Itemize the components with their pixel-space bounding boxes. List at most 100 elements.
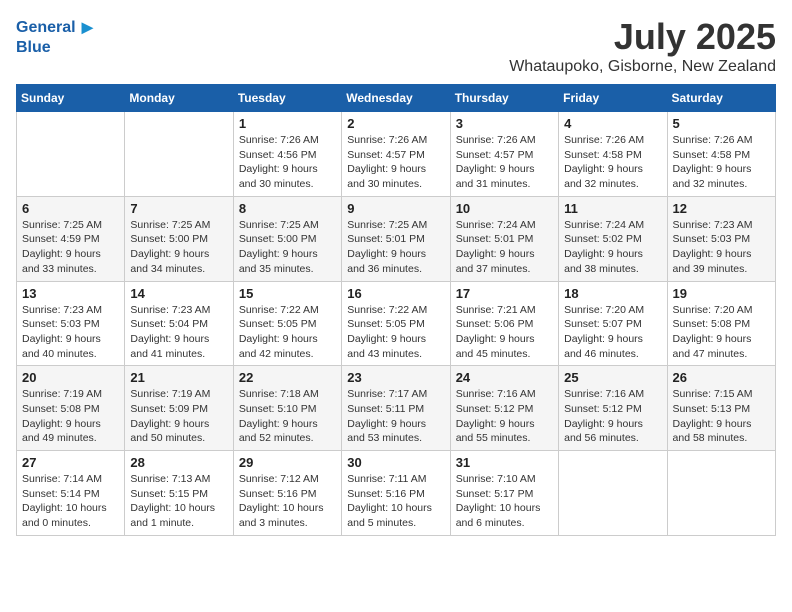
week-row-4: 20 Sunrise: 7:19 AMSunset: 5:08 PMDayligh… xyxy=(17,366,776,451)
day-number: 11 xyxy=(564,201,661,216)
cell-content: Sunrise: 7:20 AMSunset: 5:08 PMDaylight:… xyxy=(673,303,770,362)
day-number: 13 xyxy=(22,286,119,301)
title-block: July 2025 Whataupoko, Gisborne, New Zeal… xyxy=(509,16,776,76)
calendar-header-row: SundayMondayTuesdayWednesdayThursdayFrid… xyxy=(17,85,776,112)
calendar-cell: 18 Sunrise: 7:20 AMSunset: 5:07 PMDayligh… xyxy=(559,281,667,366)
logo-mark: General ► xyxy=(16,16,97,40)
cell-content: Sunrise: 7:23 AMSunset: 5:03 PMDaylight:… xyxy=(673,218,770,277)
calendar-cell: 28 Sunrise: 7:13 AMSunset: 5:15 PMDayligh… xyxy=(125,451,233,536)
calendar-cell: 22Sunrise: 7:18 AMSunset: 5:10 PMDayligh… xyxy=(233,366,341,451)
week-row-2: 6Sunrise: 7:25 AMSunset: 4:59 PMDaylight… xyxy=(17,196,776,281)
cell-content: Sunrise: 7:23 AMSunset: 5:03 PMDaylight:… xyxy=(22,303,119,362)
calendar-cell: 13 Sunrise: 7:23 AMSunset: 5:03 PMDayligh… xyxy=(17,281,125,366)
calendar-cell: 26Sunrise: 7:15 AMSunset: 5:13 PMDayligh… xyxy=(667,366,775,451)
calendar-cell: 9Sunrise: 7:25 AMSunset: 5:01 PMDaylight… xyxy=(342,196,450,281)
cell-content: Sunrise: 7:16 AMSunset: 5:12 PMDaylight:… xyxy=(564,387,661,446)
calendar-cell: 12 Sunrise: 7:23 AMSunset: 5:03 PMDayligh… xyxy=(667,196,775,281)
calendar-cell: 24 Sunrise: 7:16 AMSunset: 5:12 PMDayligh… xyxy=(450,366,558,451)
calendar-cell: 3Sunrise: 7:26 AMSunset: 4:57 PMDaylight… xyxy=(450,112,558,197)
cell-content: Sunrise: 7:19 AMSunset: 5:09 PMDaylight:… xyxy=(130,387,227,446)
day-number: 18 xyxy=(564,286,661,301)
week-row-3: 13 Sunrise: 7:23 AMSunset: 5:03 PMDayligh… xyxy=(17,281,776,366)
cell-content: Sunrise: 7:26 AMSunset: 4:58 PMDaylight:… xyxy=(673,133,770,192)
calendar-cell: 2 Sunrise: 7:26 AMSunset: 4:57 PMDaylight… xyxy=(342,112,450,197)
calendar-cell: 16Sunrise: 7:22 AMSunset: 5:05 PMDayligh… xyxy=(342,281,450,366)
day-header-thursday: Thursday xyxy=(450,85,558,112)
page-header: General ► Blue July 2025 Whataupoko, Gis… xyxy=(16,16,776,76)
cell-content: Sunrise: 7:26 AMSunset: 4:57 PMDaylight:… xyxy=(456,133,553,192)
cell-content: Sunrise: 7:24 AMSunset: 5:01 PMDaylight:… xyxy=(456,218,553,277)
calendar-cell: 17 Sunrise: 7:21 AMSunset: 5:06 PMDayligh… xyxy=(450,281,558,366)
cell-content: Sunrise: 7:11 AMSunset: 5:16 PMDaylight:… xyxy=(347,472,444,531)
calendar-cell: 6Sunrise: 7:25 AMSunset: 4:59 PMDaylight… xyxy=(17,196,125,281)
calendar-cell: 19 Sunrise: 7:20 AMSunset: 5:08 PMDayligh… xyxy=(667,281,775,366)
cell-content: Sunrise: 7:23 AMSunset: 5:04 PMDaylight:… xyxy=(130,303,227,362)
cell-content: Sunrise: 7:25 AMSunset: 5:00 PMDaylight:… xyxy=(130,218,227,277)
day-number: 21 xyxy=(130,370,227,385)
calendar-cell: 31 Sunrise: 7:10 AMSunset: 5:17 PMDayligh… xyxy=(450,451,558,536)
day-header-monday: Monday xyxy=(125,85,233,112)
calendar-cell: 14 Sunrise: 7:23 AMSunset: 5:04 PMDayligh… xyxy=(125,281,233,366)
calendar-cell: 25 Sunrise: 7:16 AMSunset: 5:12 PMDayligh… xyxy=(559,366,667,451)
day-number: 28 xyxy=(130,455,227,470)
day-number: 31 xyxy=(456,455,553,470)
location-subtitle: Whataupoko, Gisborne, New Zealand xyxy=(509,58,776,76)
day-number: 17 xyxy=(456,286,553,301)
calendar-cell xyxy=(125,112,233,197)
logo-text-general: General xyxy=(16,18,76,37)
calendar-cell: 8 Sunrise: 7:25 AMSunset: 5:00 PMDaylight… xyxy=(233,196,341,281)
day-number: 15 xyxy=(239,286,336,301)
day-number: 4 xyxy=(564,116,661,131)
logo-text-blue: Blue xyxy=(16,38,97,57)
day-header-wednesday: Wednesday xyxy=(342,85,450,112)
week-row-5: 27 Sunrise: 7:14 AMSunset: 5:14 PMDayligh… xyxy=(17,451,776,536)
cell-content: Sunrise: 7:22 AMSunset: 5:05 PMDaylight:… xyxy=(239,303,336,362)
day-number: 14 xyxy=(130,286,227,301)
calendar-cell: 23 Sunrise: 7:17 AMSunset: 5:11 PMDayligh… xyxy=(342,366,450,451)
day-number: 23 xyxy=(347,370,444,385)
cell-content: Sunrise: 7:12 AMSunset: 5:16 PMDaylight:… xyxy=(239,472,336,531)
day-number: 20 xyxy=(22,370,119,385)
day-number: 8 xyxy=(239,201,336,216)
month-title: July 2025 xyxy=(509,16,776,58)
cell-content: Sunrise: 7:10 AMSunset: 5:17 PMDaylight:… xyxy=(456,472,553,531)
day-number: 12 xyxy=(673,201,770,216)
cell-content: Sunrise: 7:20 AMSunset: 5:07 PMDaylight:… xyxy=(564,303,661,362)
cell-content: Sunrise: 7:24 AMSunset: 5:02 PMDaylight:… xyxy=(564,218,661,277)
day-number: 30 xyxy=(347,455,444,470)
cell-content: Sunrise: 7:17 AMSunset: 5:11 PMDaylight:… xyxy=(347,387,444,446)
calendar-cell: 15 Sunrise: 7:22 AMSunset: 5:05 PMDayligh… xyxy=(233,281,341,366)
cell-content: Sunrise: 7:26 AMSunset: 4:57 PMDaylight:… xyxy=(347,133,444,192)
day-number: 24 xyxy=(456,370,553,385)
calendar-cell xyxy=(559,451,667,536)
cell-content: Sunrise: 7:14 AMSunset: 5:14 PMDaylight:… xyxy=(22,472,119,531)
day-number: 19 xyxy=(673,286,770,301)
day-header-saturday: Saturday xyxy=(667,85,775,112)
calendar-cell: 10Sunrise: 7:24 AMSunset: 5:01 PMDayligh… xyxy=(450,196,558,281)
cell-content: Sunrise: 7:21 AMSunset: 5:06 PMDaylight:… xyxy=(456,303,553,362)
day-header-sunday: Sunday xyxy=(17,85,125,112)
calendar-cell xyxy=(17,112,125,197)
calendar-cell: 1Sunrise: 7:26 AMSunset: 4:56 PMDaylight… xyxy=(233,112,341,197)
day-number: 16 xyxy=(347,286,444,301)
logo-bird-icon: ► xyxy=(78,16,98,40)
logo: General ► Blue xyxy=(16,16,97,57)
day-number: 26 xyxy=(673,370,770,385)
calendar-cell: 21 Sunrise: 7:19 AMSunset: 5:09 PMDayligh… xyxy=(125,366,233,451)
cell-content: Sunrise: 7:13 AMSunset: 5:15 PMDaylight:… xyxy=(130,472,227,531)
calendar-cell: 5Sunrise: 7:26 AMSunset: 4:58 PMDaylight… xyxy=(667,112,775,197)
day-header-tuesday: Tuesday xyxy=(233,85,341,112)
calendar-cell: 30 Sunrise: 7:11 AMSunset: 5:16 PMDayligh… xyxy=(342,451,450,536)
day-number: 22 xyxy=(239,370,336,385)
cell-content: Sunrise: 7:16 AMSunset: 5:12 PMDaylight:… xyxy=(456,387,553,446)
day-number: 27 xyxy=(22,455,119,470)
day-number: 2 xyxy=(347,116,444,131)
cell-content: Sunrise: 7:25 AMSunset: 5:00 PMDaylight:… xyxy=(239,218,336,277)
calendar-cell xyxy=(667,451,775,536)
day-number: 9 xyxy=(347,201,444,216)
cell-content: Sunrise: 7:19 AMSunset: 5:08 PMDaylight:… xyxy=(22,387,119,446)
day-number: 6 xyxy=(22,201,119,216)
day-number: 25 xyxy=(564,370,661,385)
day-number: 29 xyxy=(239,455,336,470)
calendar-cell: 7Sunrise: 7:25 AMSunset: 5:00 PMDaylight… xyxy=(125,196,233,281)
